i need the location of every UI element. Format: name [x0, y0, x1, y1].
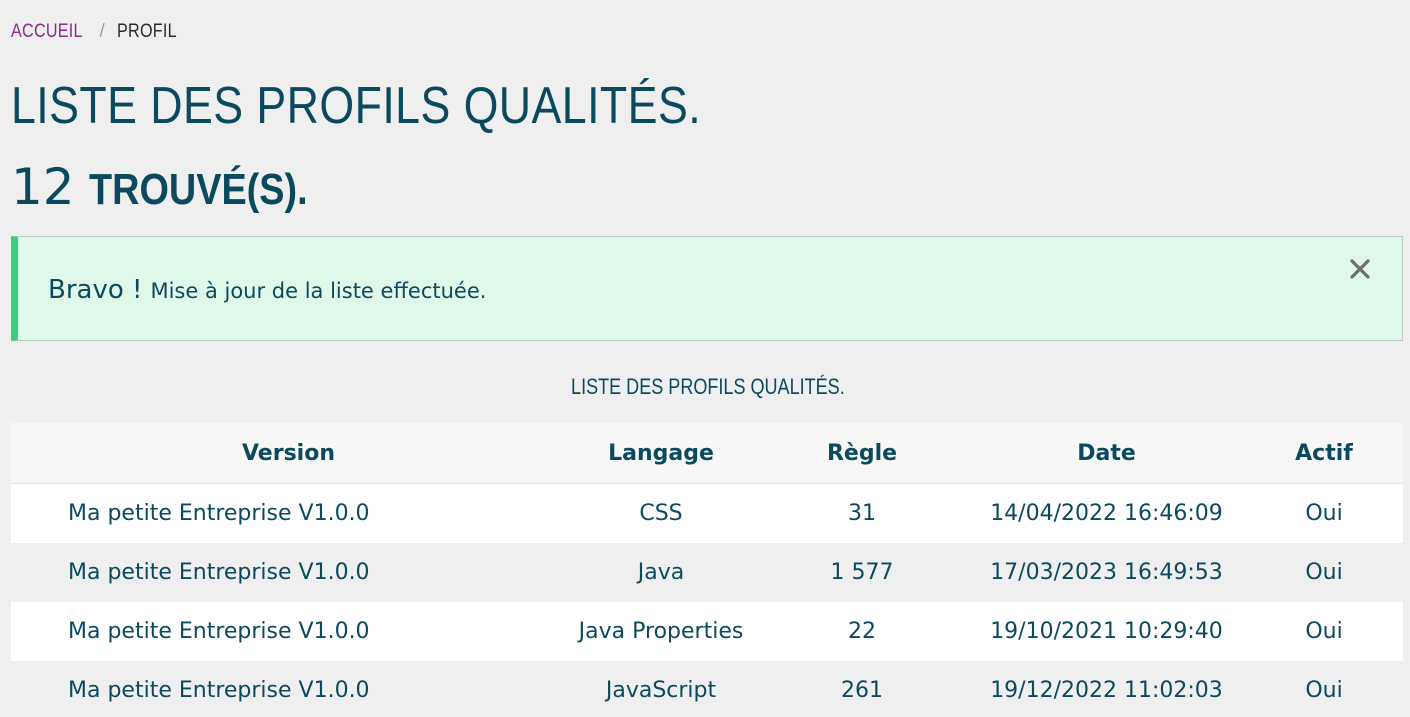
- table-row[interactable]: Ma petite Entreprise V1.0.0 JavaScript 2…: [11, 661, 1403, 717]
- table-row[interactable]: Ma petite Entreprise V1.0.0 CSS 31 14/04…: [11, 483, 1403, 543]
- column-header-language[interactable]: Langage: [566, 423, 756, 484]
- cell-active: Oui: [1245, 602, 1403, 661]
- alert-strong-text: Bravo !: [48, 274, 143, 305]
- cell-date: 17/03/2023 16:49:53: [968, 543, 1245, 602]
- cell-rule: 31: [756, 483, 968, 543]
- cell-version: Ma petite Entreprise V1.0.0: [11, 543, 566, 602]
- column-header-version[interactable]: Version: [11, 423, 566, 484]
- cell-active: Oui: [1245, 661, 1403, 717]
- alert-message: Mise à jour de la liste effectuée.: [150, 278, 487, 303]
- success-alert: Bravo ! Mise à jour de la liste effectué…: [11, 236, 1403, 341]
- cell-version: Ma petite Entreprise V1.0.0: [11, 661, 566, 717]
- column-header-rule[interactable]: Règle: [756, 423, 968, 484]
- cell-language: Java: [566, 543, 756, 602]
- breadcrumb-current: PROFIL: [117, 21, 177, 42]
- cell-version: Ma petite Entreprise V1.0.0: [11, 483, 566, 543]
- result-count-label: TROUVÉ(S).: [88, 165, 308, 214]
- cell-date: 14/04/2022 16:46:09: [968, 483, 1245, 543]
- breadcrumb-separator: /: [99, 21, 106, 42]
- table-header-row: Version Langage Règle Date Actif: [11, 423, 1403, 484]
- cell-language: CSS: [566, 483, 756, 543]
- result-count-number: 12: [11, 158, 75, 216]
- close-icon-glyph: [1350, 259, 1370, 279]
- breadcrumb: ACCUEIL / PROFIL: [11, 18, 188, 46]
- breadcrumb-home-link[interactable]: ACCUEIL: [11, 21, 83, 43]
- page-title: LISTE DES PROFILS QUALITÉS.: [11, 77, 702, 135]
- cell-rule: 261: [756, 661, 968, 717]
- cell-language: JavaScript: [566, 661, 756, 717]
- result-count: 12 TROUVÉ(S).: [11, 160, 343, 215]
- alert-text: Bravo ! Mise à jour de la liste effectué…: [48, 275, 486, 305]
- page: ACCUEIL / PROFIL LISTE DES PROFILS QUALI…: [0, 0, 1410, 717]
- cell-active: Oui: [1245, 483, 1403, 543]
- cell-version: Ma petite Entreprise V1.0.0: [11, 602, 566, 661]
- cell-language: Java Properties: [566, 602, 756, 661]
- profiles-table: Version Langage Règle Date Actif Ma peti…: [11, 423, 1403, 717]
- cell-active: Oui: [1245, 543, 1403, 602]
- table-caption-text: LISTE DES PROFILS QUALITÉS.: [570, 374, 845, 399]
- cell-date: 19/10/2021 10:29:40: [968, 602, 1245, 661]
- table-caption: LISTE DES PROFILS QUALITÉS.: [0, 374, 1410, 400]
- column-header-active[interactable]: Actif: [1245, 423, 1403, 484]
- close-icon[interactable]: [1348, 257, 1372, 281]
- column-header-date[interactable]: Date: [968, 423, 1245, 484]
- cell-date: 19/12/2022 11:02:03: [968, 661, 1245, 717]
- cell-rule: 1 577: [756, 543, 968, 602]
- table-row[interactable]: Ma petite Entreprise V1.0.0 Java Propert…: [11, 602, 1403, 661]
- table-row[interactable]: Ma petite Entreprise V1.0.0 Java 1 577 1…: [11, 543, 1403, 602]
- cell-rule: 22: [756, 602, 968, 661]
